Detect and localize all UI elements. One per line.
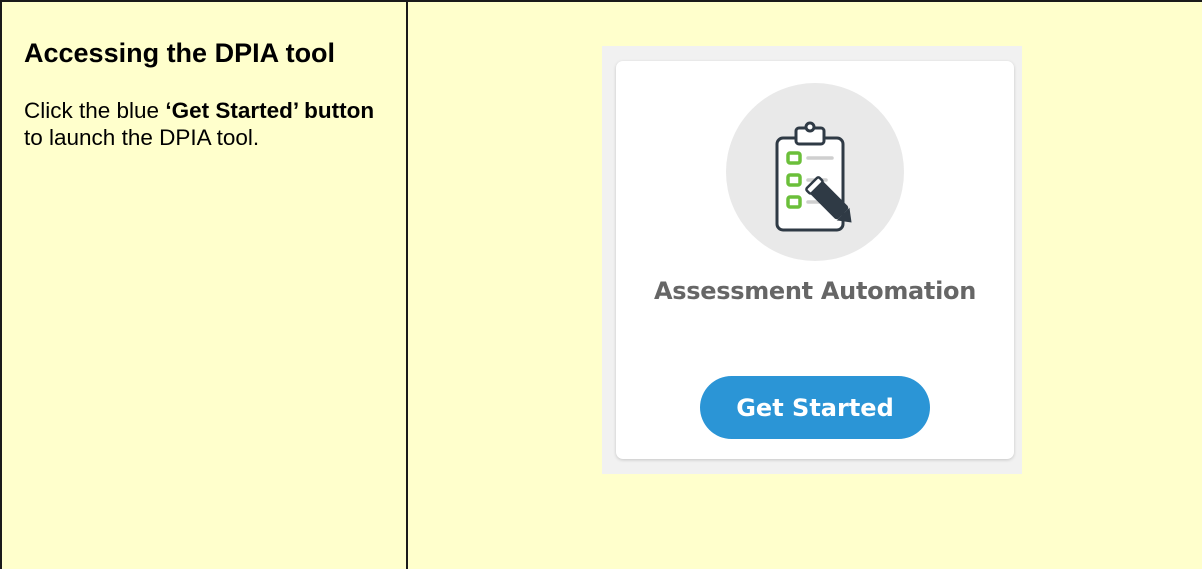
screenshot-cell: Assessment Automation Get Started: [408, 2, 1202, 569]
instruction-bold: ‘Get Started’ button: [165, 98, 375, 123]
clipboard-checklist-icon: [775, 121, 852, 232]
icon-circle: [726, 83, 904, 261]
instruction-prefix: Click the blue: [24, 98, 166, 123]
embedded-screenshot: Assessment Automation Get Started: [602, 46, 1022, 474]
section-heading: Accessing the DPIA tool: [24, 38, 336, 68]
instruction-text: Click the blue ‘Get Started’ button to l…: [24, 97, 384, 151]
document-table: Accessing the DPIA tool Click the blue ‘…: [0, 0, 1202, 569]
assessment-automation-card: Assessment Automation Get Started: [616, 61, 1014, 459]
card-title: Assessment Automation: [654, 277, 976, 305]
instruction-cell: Accessing the DPIA tool Click the blue ‘…: [2, 2, 408, 569]
get-started-button[interactable]: Get Started: [700, 376, 930, 439]
instruction-suffix: to launch the DPIA tool.: [24, 125, 260, 150]
